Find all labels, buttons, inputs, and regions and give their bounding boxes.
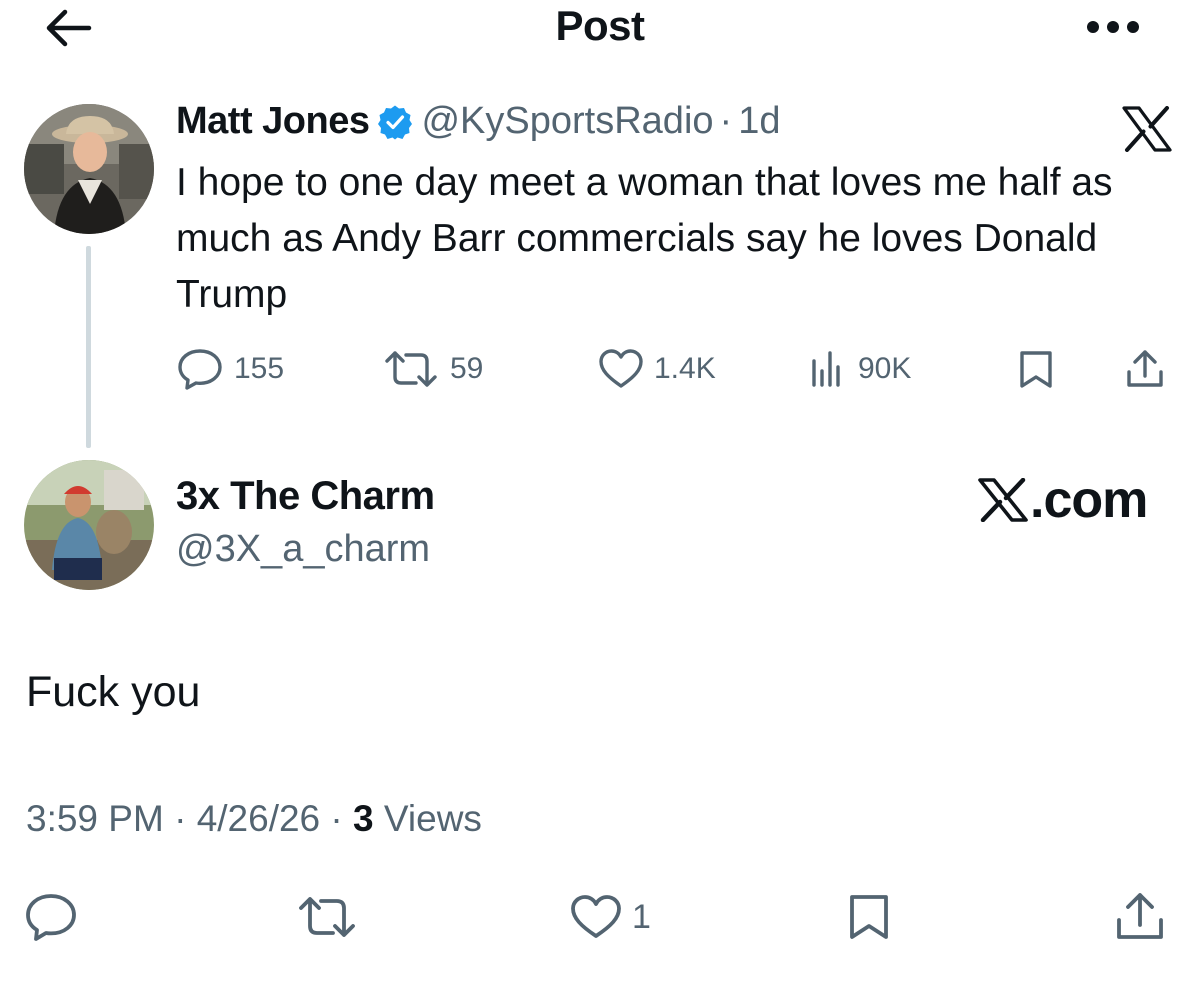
bookmark-button[interactable] bbox=[1016, 342, 1056, 396]
thread-line bbox=[86, 246, 91, 448]
analytics-icon bbox=[812, 351, 840, 387]
share-icon bbox=[1117, 893, 1163, 939]
reply-icon bbox=[178, 349, 222, 390]
bookmark-icon bbox=[1020, 351, 1052, 388]
repost-count: 59 bbox=[450, 352, 484, 385]
meta-separator: · bbox=[320, 798, 354, 839]
reply-button[interactable] bbox=[24, 886, 78, 948]
repost-button[interactable]: 59 bbox=[382, 342, 483, 396]
author-handle[interactable]: @KySportsRadio bbox=[421, 100, 713, 143]
reply-text: Fuck you bbox=[26, 668, 201, 716]
x-com-watermark: .com bbox=[978, 470, 1148, 530]
reply-views-label: Views bbox=[373, 798, 482, 839]
share-icon bbox=[1127, 350, 1163, 387]
reply-button[interactable]: 155 bbox=[176, 342, 284, 396]
repost-button[interactable] bbox=[296, 886, 358, 948]
like-count: 1.4K bbox=[654, 352, 716, 385]
reply-time[interactable]: 3:59 PM bbox=[26, 798, 164, 839]
avatar[interactable] bbox=[24, 104, 154, 234]
post-action-bar: 155 59 1.4K 90K bbox=[176, 342, 1176, 396]
heart-icon bbox=[599, 349, 643, 388]
post-page: Post Matt Jones @KySportsRadio · 1d I ho… bbox=[0, 0, 1200, 995]
meta-separator: · bbox=[163, 798, 197, 839]
reply-date[interactable]: 4/26/26 bbox=[197, 798, 320, 839]
reply-icon bbox=[26, 894, 76, 941]
like-button[interactable]: 1.4K bbox=[598, 342, 716, 396]
like-count: 1 bbox=[632, 897, 651, 936]
separator-dot: · bbox=[719, 100, 733, 142]
verified-badge-icon bbox=[377, 104, 413, 140]
page-title: Post bbox=[555, 2, 645, 49]
reply-views-count[interactable]: 3 bbox=[353, 798, 374, 839]
x-logo-icon bbox=[978, 478, 1028, 522]
heart-icon bbox=[571, 895, 621, 938]
bookmark-button[interactable] bbox=[846, 886, 892, 948]
post-text: I hope to one day meet a woman that love… bbox=[176, 161, 1113, 316]
bookmark-icon bbox=[850, 895, 888, 939]
x-logo-icon bbox=[1122, 106, 1172, 152]
reply-count: 155 bbox=[234, 352, 285, 385]
more-options-icon[interactable] bbox=[1078, 12, 1148, 42]
post-timestamp[interactable]: 1d bbox=[738, 100, 780, 143]
reply-action-bar: 1 bbox=[0, 886, 1200, 948]
share-button[interactable] bbox=[1124, 342, 1166, 396]
views-count: 90K bbox=[858, 352, 912, 385]
like-button[interactable]: 1 bbox=[570, 886, 651, 948]
views-button[interactable]: 90K bbox=[808, 342, 911, 396]
x-com-text: .com bbox=[1030, 471, 1148, 529]
repost-icon bbox=[385, 351, 437, 387]
reply-author-handle[interactable]: @3X_a_charm bbox=[176, 528, 430, 571]
reply-author-name[interactable]: 3x The Charm bbox=[176, 474, 435, 519]
author-name[interactable]: Matt Jones bbox=[176, 100, 370, 143]
avatar[interactable] bbox=[24, 460, 154, 590]
post-author-row: Matt Jones @KySportsRadio · 1d bbox=[176, 100, 780, 143]
share-button[interactable] bbox=[1114, 886, 1166, 948]
repost-icon bbox=[299, 897, 355, 937]
reply-meta: 3:59 PM · 4/26/26 · 3 Views bbox=[26, 798, 482, 840]
